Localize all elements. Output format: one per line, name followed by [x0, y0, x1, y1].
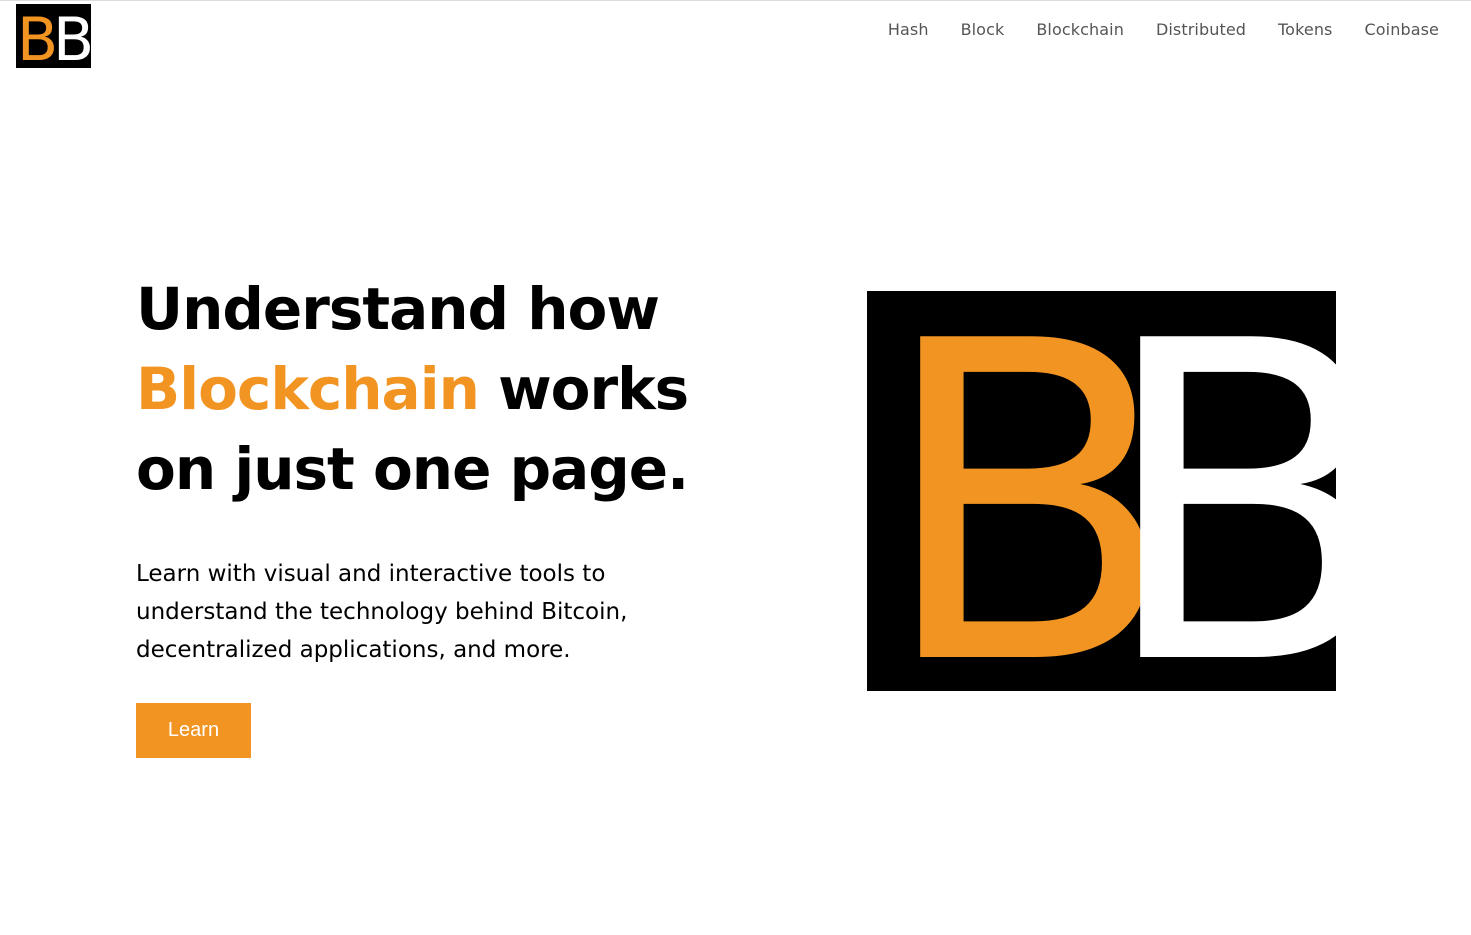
hero-logo-image: B B	[867, 291, 1336, 691]
learn-button[interactable]: Learn	[136, 703, 251, 758]
bb-large-logo-icon: B B	[867, 291, 1336, 691]
bb-logo-icon: B B	[16, 4, 91, 68]
page: B B Hash Block Blockchain Distributed To…	[0, 0, 1471, 935]
logo-letter-white: B	[53, 5, 91, 68]
main-nav: Hash Block Blockchain Distributed Tokens…	[872, 18, 1439, 42]
nav-link-hash[interactable]: Hash	[872, 18, 945, 42]
hero-section: Understand how Blockchain works on just …	[136, 269, 736, 758]
nav-link-tokens[interactable]: Tokens	[1262, 18, 1348, 42]
hero-logo-letter-white: B	[1097, 291, 1336, 691]
headline-line-1: Understand how	[136, 275, 660, 343]
hero-headline: Understand how Blockchain works on just …	[136, 269, 736, 509]
headline-accent: Blockchain	[136, 355, 480, 423]
headline-line-2-rest: works	[478, 355, 689, 423]
headline-line-3: on just one page.	[136, 435, 689, 503]
hero-lead-text: Learn with visual and interactive tools …	[136, 561, 628, 663]
nav-link-block[interactable]: Block	[945, 18, 1021, 42]
nav-link-distributed[interactable]: Distributed	[1140, 18, 1262, 42]
logo-letter-orange: B	[17, 5, 58, 68]
site-logo[interactable]: B B	[16, 4, 91, 68]
nav-link-blockchain[interactable]: Blockchain	[1020, 18, 1140, 42]
nav-link-coinbase[interactable]: Coinbase	[1349, 18, 1440, 42]
